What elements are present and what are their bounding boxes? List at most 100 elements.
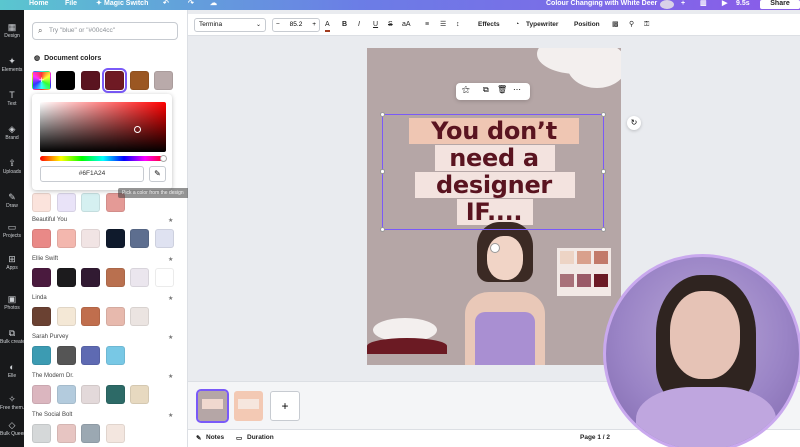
palette-color-swatch[interactable] [32,346,51,365]
palette-color-swatch[interactable] [81,307,100,326]
star-icon[interactable]: ★ [168,373,173,380]
rail-photos[interactable]: ▣ Photos [0,294,24,320]
refresh-icon[interactable]: ↻ [627,116,641,130]
palette-color-swatch[interactable] [56,307,76,326]
resize-handle[interactable] [601,227,606,232]
rail-text[interactable]: T Text [0,90,24,116]
more-options-icon[interactable]: ⋯ [513,85,521,94]
rotate-handle[interactable] [490,243,500,253]
cloud-saved-icon[interactable]: ☁ [210,0,217,8]
palette-color-swatch[interactable] [32,229,51,248]
document-color-swatch[interactable] [56,71,75,90]
align-center-icon[interactable]: ≡ [425,18,429,32]
transparency-icon[interactable]: ▩ [612,18,619,32]
notes-button[interactable]: Notes [206,434,224,441]
strikethrough-icon[interactable]: S [388,18,393,32]
font-size-stepper[interactable]: − 85.2 + [272,18,320,32]
palette-color-swatch[interactable] [56,424,76,443]
letter-case-icon[interactable]: aA [402,18,411,32]
color-search-input[interactable]: ⌕ Try "blue" or "#00c4cc" [32,22,178,40]
palette-color-swatch[interactable] [32,385,51,404]
rail-brand[interactable]: ◈ Brand [0,124,24,150]
document-color-swatch[interactable] [130,71,149,90]
rail-bulk-create[interactable]: ⧉ Bulk create [0,328,25,354]
delete-icon[interactable]: 🗑 [497,85,507,94]
play-icon[interactable]: ▶ [722,0,727,8]
magic-switch-button[interactable]: Magic Switch [104,0,148,8]
analytics-icon[interactable]: ▥ [700,0,707,8]
palette-color-swatch[interactable] [105,307,125,326]
hue-slider-knob[interactable] [160,155,167,162]
palette-color-swatch[interactable] [81,268,100,287]
lock-icon[interactable]: ⚿ [644,18,649,32]
document-color-swatch[interactable] [81,71,100,90]
effects-button[interactable]: Effects [478,18,500,32]
duration-button[interactable]: Duration [247,434,274,441]
rail-free-them[interactable]: ✧ Free them... [0,394,27,420]
home-button[interactable]: Home [29,0,48,8]
star-icon[interactable]: ★ [168,334,173,341]
resize-handle[interactable] [601,169,606,174]
rail-elements[interactable]: ✦ Elements [0,56,24,82]
palette-color-swatch[interactable] [56,346,76,365]
rail-apps[interactable]: ⊞ Apps [0,254,24,280]
rail-projects[interactable]: ▭ Projects [0,222,24,248]
saturation-area[interactable] [40,102,166,152]
palette-color-swatch[interactable] [56,268,76,287]
rail-draw[interactable]: ✎ Draw [0,192,24,218]
resize-handle[interactable] [380,227,385,232]
palette-color-swatch[interactable] [81,424,100,443]
add-collaborator-icon[interactable]: + [681,0,685,8]
resize-handle[interactable] [380,112,385,117]
palette-color-swatch[interactable] [32,193,51,212]
page-thumbnail-2[interactable] [234,391,263,421]
palette-color-swatch[interactable] [32,307,51,326]
palette-color-swatch[interactable] [56,193,76,212]
palette-color-swatch[interactable] [81,385,100,404]
bold-icon[interactable]: B [342,18,347,32]
share-button[interactable]: Share [760,0,800,9]
list-icon[interactable]: ☰ [440,18,446,32]
palette-color-swatch[interactable] [105,424,125,443]
hue-slider[interactable] [40,155,167,162]
rail-design[interactable]: ▦ Design [0,22,24,48]
avatar[interactable] [660,0,674,9]
palette-color-swatch[interactable] [130,268,149,287]
palette-color-swatch[interactable] [105,229,125,248]
add-color-swatch[interactable]: + [32,71,51,90]
star-icon[interactable]: ★ [168,295,173,302]
palette-color-swatch[interactable] [105,385,125,404]
palette-color-swatch[interactable] [130,307,149,326]
woman-photo[interactable] [455,222,555,365]
star-icon[interactable]: ★ [168,256,173,263]
palette-card[interactable] [557,248,611,296]
underline-icon[interactable]: U [373,18,378,32]
paint-roller-icon[interactable]: ⚲ [629,18,634,32]
text-color-button[interactable]: A [325,18,330,32]
palette-color-swatch[interactable] [56,385,76,404]
star-icon[interactable]: ★ [168,217,173,224]
document-color-swatch[interactable] [154,71,173,90]
palette-color-swatch[interactable] [81,229,100,248]
palette-color-swatch[interactable] [56,229,76,248]
palette-color-swatch[interactable] [154,229,174,248]
page-thumbnail-1[interactable] [196,389,229,423]
decrease-size-icon[interactable]: − [276,19,280,31]
file-menu[interactable]: File [65,0,77,8]
hex-input[interactable]: #6F1A24 [40,166,144,182]
saturation-cursor[interactable] [134,126,141,133]
palette-color-swatch[interactable] [105,268,125,287]
font-size-value[interactable]: 85.2 [290,21,303,28]
document-title[interactable]: Colour Changing with White Deer [546,0,657,8]
palette-color-swatch[interactable] [130,385,149,404]
italic-icon[interactable]: I [358,18,360,32]
add-page-button[interactable]: + [270,391,300,421]
palette-color-swatch[interactable] [105,346,125,365]
rail-elle[interactable]: ◐ Elle [0,362,24,388]
page-indicator[interactable]: Page 1 / 2 [580,434,610,441]
redo-icon[interactable]: ↷ [188,0,194,8]
duplicate-icon[interactable]: ⧉ [483,85,489,95]
eyedropper-button[interactable]: ✎ [149,166,166,182]
text-selection-box[interactable] [380,112,606,253]
font-family-select[interactable]: Termina ⌄ [194,18,266,32]
